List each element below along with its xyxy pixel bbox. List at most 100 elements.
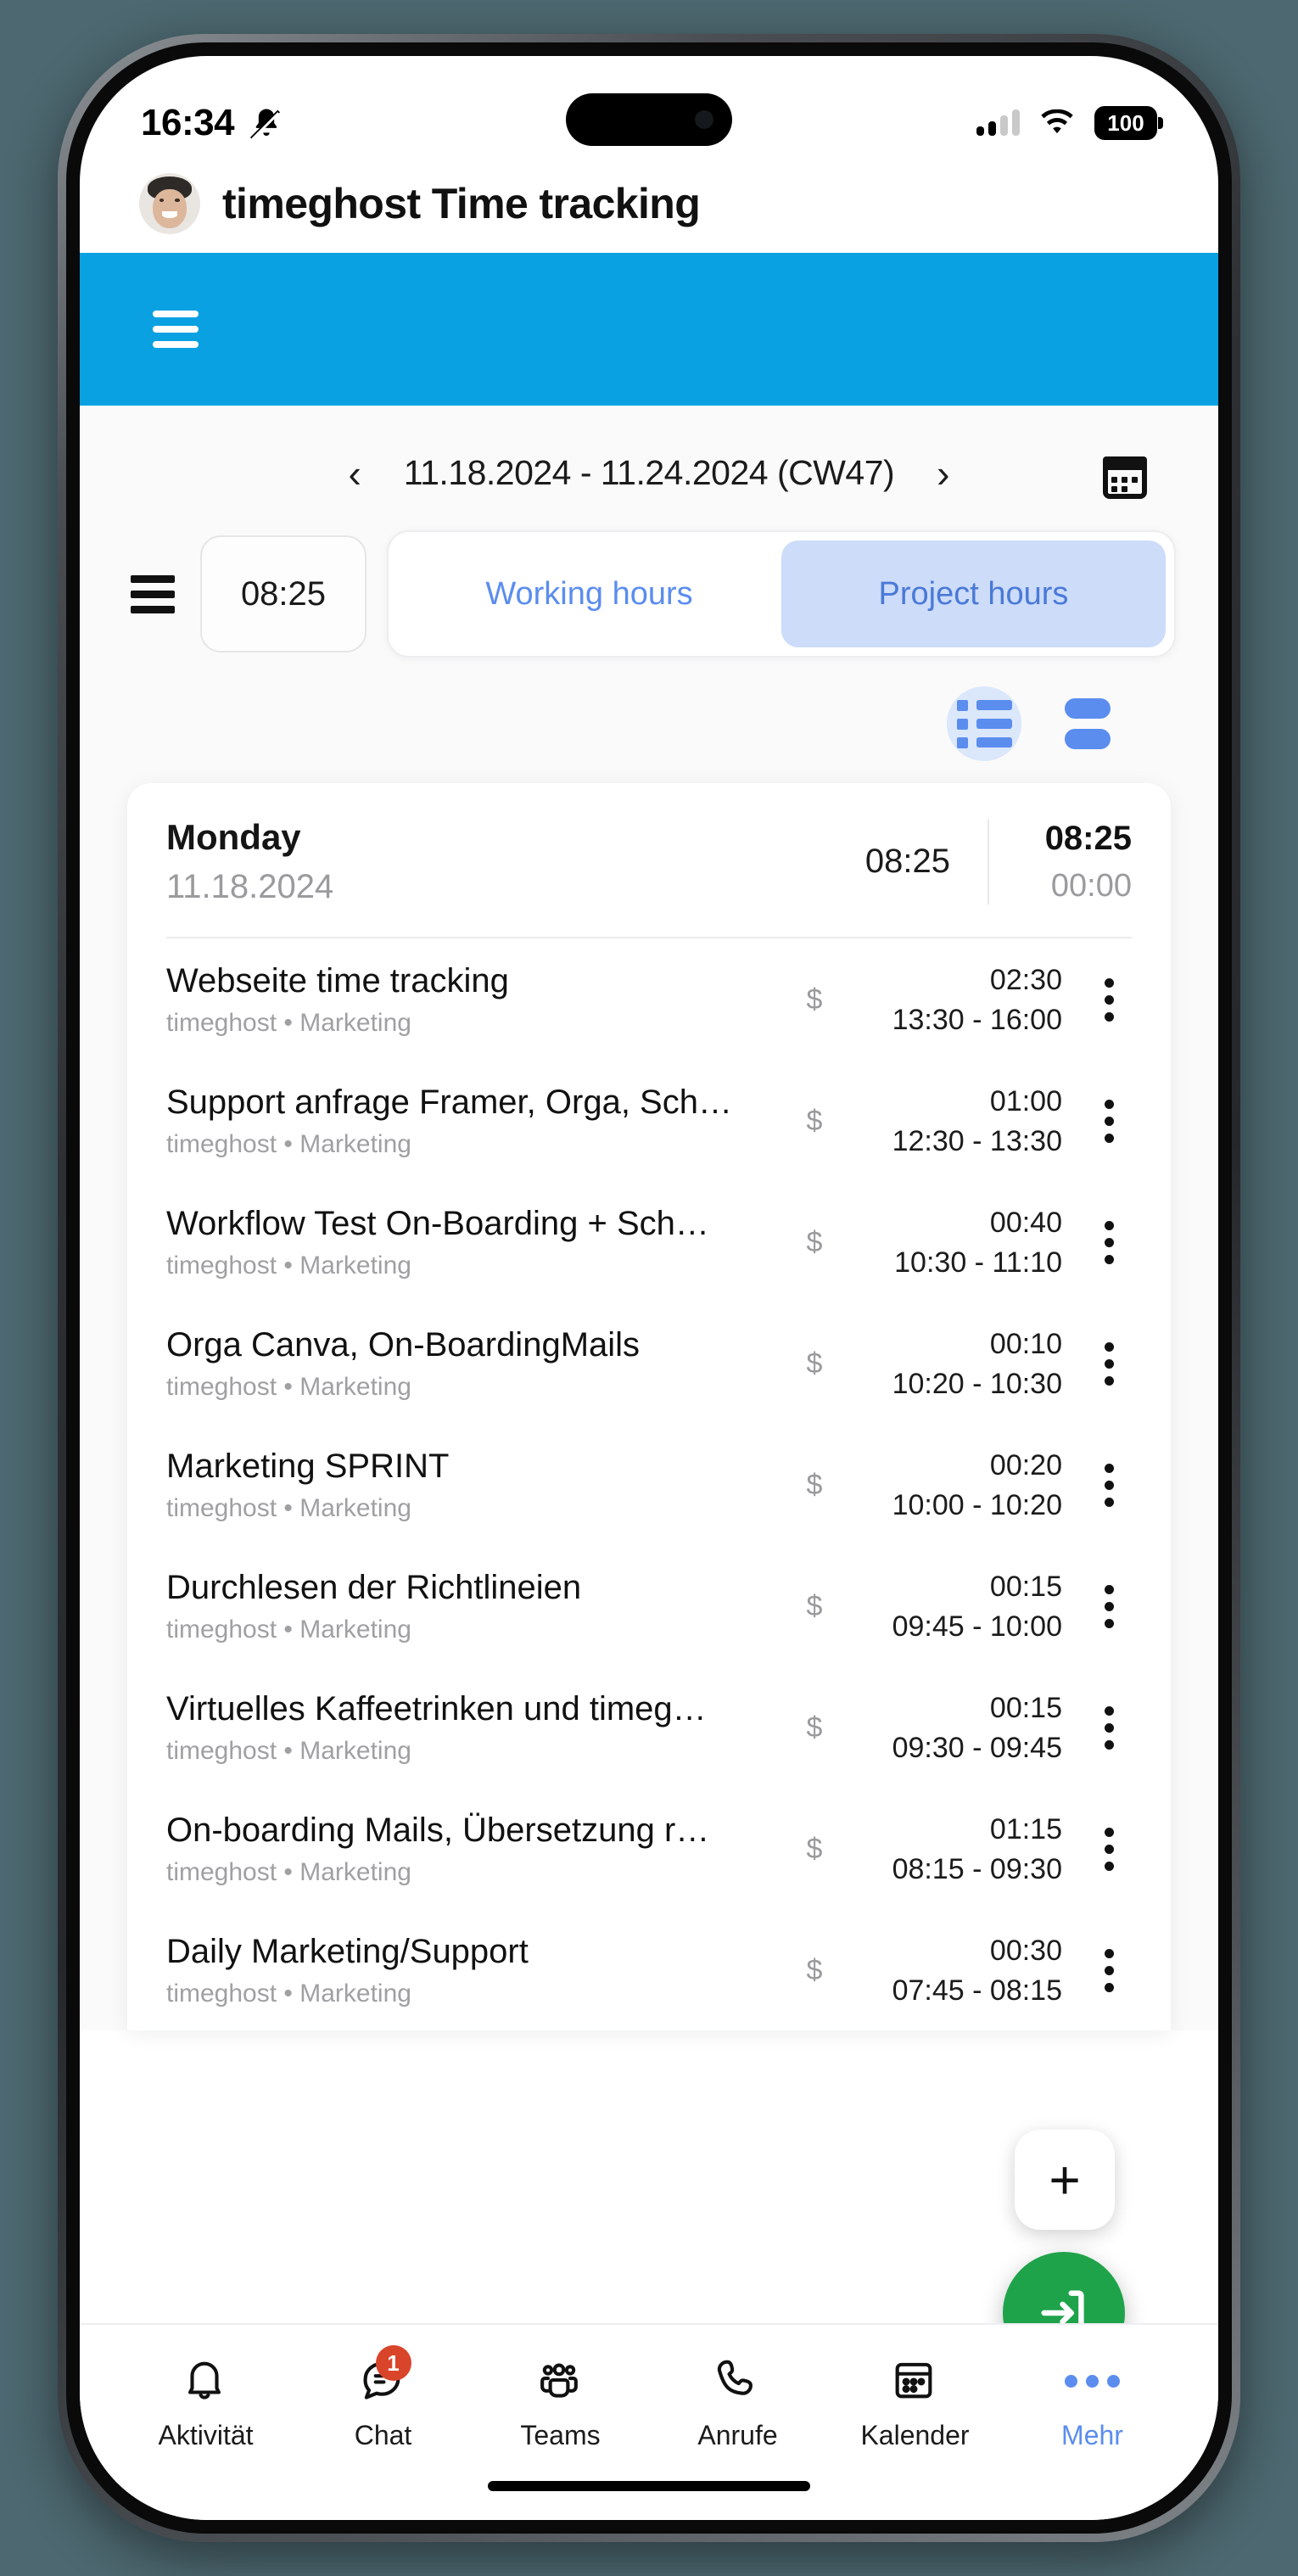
date-range-label: 11.18.2024 - 11.24.2024 (CW47)	[403, 453, 895, 492]
task-row[interactable]: Durchlesen der Richtlineien timeghost • M…	[127, 1545, 1171, 1666]
dollar-icon[interactable]: $	[797, 1711, 831, 1744]
dollar-icon[interactable]: $	[797, 1954, 831, 1987]
view-toggle-group	[80, 658, 1218, 783]
home-indicator[interactable]	[488, 2481, 810, 2491]
day-card-header: Monday 11.18.2024 08:25 08:25 00:00	[127, 783, 1171, 937]
list-menu-icon[interactable]	[131, 574, 175, 613]
kebab-menu-icon[interactable]	[1086, 978, 1132, 1022]
nav-item-aktivitt[interactable]: Aktivität	[117, 2355, 294, 2451]
task-main: Daily Marketing/Support timeghost • Marke…	[166, 1933, 797, 2008]
task-duration: 00:40	[989, 1206, 1062, 1239]
task-range: 13:30 - 16:00	[892, 1003, 1062, 1036]
date-navigator: ‹ 11.18.2024 - 11.24.2024 (CW47) ›	[80, 417, 1218, 522]
dollar-icon[interactable]: $	[797, 1226, 831, 1259]
day-middle-total: 08:25	[864, 843, 950, 880]
tab-working-hours[interactable]: Working hours	[397, 540, 781, 647]
list-view-icon[interactable]	[947, 686, 1021, 761]
status-bar-right: 100	[976, 106, 1163, 140]
task-duration: 00:15	[989, 1691, 1062, 1724]
task-row[interactable]: Orga Canva, On-BoardingMails timeghost • …	[127, 1302, 1171, 1424]
task-row[interactable]: Marketing SPRINT timeghost • Marketing $00…	[127, 1424, 1171, 1545]
kebab-menu-icon[interactable]	[1086, 1828, 1132, 1871]
phone-bezel: 16:34 100 timeghost Time tracking ‹ 11.1…	[66, 42, 1232, 2534]
kebab-menu-icon[interactable]	[1086, 1949, 1132, 1992]
prev-week-button[interactable]: ‹	[348, 454, 361, 493]
dollar-icon[interactable]: $	[797, 1105, 831, 1138]
task-title: Daily Marketing/Support	[166, 1933, 529, 1970]
task-duration: 00:15	[989, 1570, 1062, 1603]
bar-view-icon[interactable]	[1050, 686, 1125, 761]
task-title: Orga Canva, On-BoardingMails	[166, 1326, 641, 1364]
kebab-menu-icon[interactable]	[1086, 1342, 1132, 1386]
task-range: 09:30 - 09:45	[892, 1731, 1062, 1764]
kebab-menu-icon[interactable]	[1086, 1464, 1132, 1507]
task-title: Virtuelles Kaffeetrinken und timeg…	[166, 1690, 707, 1728]
chat-bubble-icon: 1	[357, 2345, 411, 2406]
task-title: On-boarding Mails, Übersetzung r…	[166, 1812, 710, 1849]
kebab-menu-icon[interactable]	[1086, 1100, 1132, 1143]
nav-item-teams[interactable]: Teams	[472, 2355, 649, 2451]
task-duration: 02:30	[989, 963, 1062, 996]
hours-segmented-control: Working hours Project hours	[387, 530, 1176, 658]
dollar-icon[interactable]: $	[797, 1469, 831, 1502]
task-row[interactable]: Virtuelles Kaffeetrinken und timeg… timeg…	[127, 1666, 1171, 1788]
nav-label: Anrufe	[697, 2420, 778, 2450]
nav-label: Chat	[354, 2420, 412, 2450]
task-range: 10:00 - 10:20	[892, 1488, 1062, 1521]
task-row[interactable]: Workflow Test On-Boarding + Sch… timeghos…	[127, 1181, 1171, 1302]
day-right-total: 08:25	[1044, 819, 1132, 857]
task-main: Workflow Test On-Boarding + Sch… timeghos…	[166, 1205, 797, 1280]
task-main: Support anfrage Framer, Orga, Sch… timegh…	[166, 1084, 797, 1159]
toolbar: 08:25 Working hours Project hours	[80, 522, 1218, 658]
task-subtitle: timeghost • Marketing	[166, 1009, 411, 1037]
kebab-menu-icon[interactable]	[1086, 1585, 1132, 1628]
add-entry-button[interactable]: +	[1015, 2130, 1115, 2230]
task-range: 10:30 - 11:10	[894, 1246, 1062, 1279]
nav-item-anrufe[interactable]: Anrufe	[649, 2355, 826, 2451]
task-title: Workflow Test On-Boarding + Sch…	[166, 1205, 709, 1242]
calendar-icon[interactable]	[1103, 456, 1147, 499]
front-camera	[695, 110, 713, 129]
tab-project-hours[interactable]: Project hours	[781, 540, 1166, 647]
task-row[interactable]: Support anfrage Framer, Orga, Sch… timegh…	[127, 1060, 1171, 1181]
status-time: 16:34	[141, 102, 235, 143]
task-row[interactable]: On-boarding Mails, Übersetzung r… timegho…	[127, 1788, 1171, 1909]
task-row[interactable]: Webseite time tracking timeghost • Market…	[127, 938, 1171, 1060]
task-main: Webseite time tracking timeghost • Market…	[166, 962, 797, 1038]
task-times: 00:10 10:20 - 10:30	[831, 1328, 1086, 1401]
task-range: 07:45 - 08:15	[892, 1974, 1062, 2007]
day-card: Monday 11.18.2024 08:25 08:25 00:00 Webs…	[127, 783, 1171, 2030]
main-content: ‹ 11.18.2024 - 11.24.2024 (CW47) › 08:25…	[80, 406, 1218, 2030]
task-duration: 00:10	[989, 1327, 1062, 1360]
task-subtitle: timeghost • Marketing	[166, 1858, 411, 1886]
dollar-icon[interactable]: $	[797, 1347, 831, 1380]
kebab-menu-icon[interactable]	[1086, 1706, 1132, 1750]
app-header: timeghost Time tracking	[80, 168, 1218, 253]
task-main: Durchlesen der Richtlineien timeghost • M…	[166, 1569, 797, 1644]
hamburger-menu-icon[interactable]	[153, 311, 199, 348]
task-times: 00:20 10:00 - 10:20	[831, 1449, 1086, 1522]
nav-item-chat[interactable]: 1 Chat	[294, 2345, 472, 2451]
battery-indicator: 100	[1094, 106, 1163, 140]
day-right-secondary: 00:00	[1050, 867, 1132, 904]
task-times: 01:00 12:30 - 13:30	[831, 1085, 1086, 1158]
nav-label: Aktivität	[158, 2420, 254, 2450]
task-duration: 00:20	[989, 1448, 1062, 1481]
phone-frame: 16:34 100 timeghost Time tracking ‹ 11.1…	[58, 34, 1240, 2542]
task-row[interactable]: Daily Marketing/Support timeghost • Marke…	[127, 1909, 1171, 2030]
task-times: 00:40 10:30 - 11:10	[831, 1207, 1086, 1280]
nav-item-mehr[interactable]: Mehr	[1004, 2355, 1181, 2451]
dollar-icon[interactable]: $	[797, 983, 831, 1016]
nav-item-kalender[interactable]: Kalender	[826, 2355, 1004, 2451]
next-week-button[interactable]: ›	[937, 454, 949, 493]
kebab-menu-icon[interactable]	[1086, 1221, 1132, 1264]
dollar-icon[interactable]: $	[797, 1590, 831, 1623]
task-list: Webseite time tracking timeghost • Market…	[127, 938, 1171, 2030]
dollar-icon[interactable]: $	[797, 1833, 831, 1866]
avatar[interactable]	[139, 173, 200, 234]
bell-icon	[180, 2355, 232, 2406]
task-subtitle: timeghost • Marketing	[166, 1252, 411, 1280]
nav-label: Kalender	[860, 2420, 970, 2450]
task-times: 01:15 08:15 - 09:30	[831, 1813, 1086, 1886]
app-blue-bar	[80, 253, 1218, 406]
